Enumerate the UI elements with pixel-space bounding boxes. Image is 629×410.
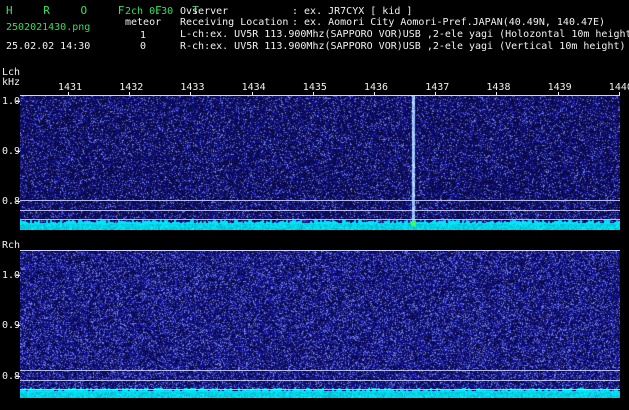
rch-waterfall-canvas [20,250,620,398]
observer-label: Ovserver [180,6,229,17]
lch-marker-line-1 [20,200,620,201]
rch-ytick-mark-2 [16,325,20,326]
lch-ytick-mark-3 [16,201,20,202]
lch-ytick-mark-2 [16,151,20,152]
rch-marker-line-1 [20,370,620,371]
lch-info: L-ch:ex. UV5R 113.900Mhz(SAPPORO VOR)USB… [180,29,629,40]
rch-ytick-mark-1 [16,275,20,276]
khz-label: kHz [2,77,21,88]
observer-value: : ex. JR7CYX [ kid ] [292,6,413,17]
rch-info: R-ch:ex. UV5R 113.900Mhz(SAPPORO VOR)USB… [180,41,626,52]
count-l: 1 [140,30,147,41]
x-tick-label: 1436 [364,82,389,93]
x-tick-label: 1439 [547,82,572,93]
datetime-label: 25.02.02 14:30 [6,41,91,52]
file-name: 2502021430.png [6,22,91,33]
x-tick-label: 1433 [180,82,205,93]
x-tick-label: 1434 [241,82,266,93]
location-value: : ex. Aomori City Aomori-Pref.JAPAN(40.4… [292,17,606,28]
category-label: meteor [125,17,162,28]
lch-marker-line-3 [20,219,620,220]
x-tick-label: 1437 [425,82,450,93]
mode-label: 2ch 0.30 [125,6,174,17]
rch-marker-line-2 [20,380,620,381]
lch-marker-line-2 [20,210,620,211]
count-r: 0 [140,41,147,52]
x-tick-label: 1431 [58,82,83,93]
rch-ytick-mark-3 [16,376,20,377]
lch-top-border [20,95,620,96]
rch-top-border [20,250,620,251]
location-label: Receiving Location [180,17,289,28]
rch-waterfall [20,250,620,398]
x-tick-label: 1432 [119,82,144,93]
lch-ytick-mark-1 [16,101,20,102]
rch-label: Rch [2,240,21,251]
x-tick-label: 1438 [486,82,511,93]
rch-marker-line-3 [20,389,620,390]
x-tick-label: 1435 [302,82,327,93]
